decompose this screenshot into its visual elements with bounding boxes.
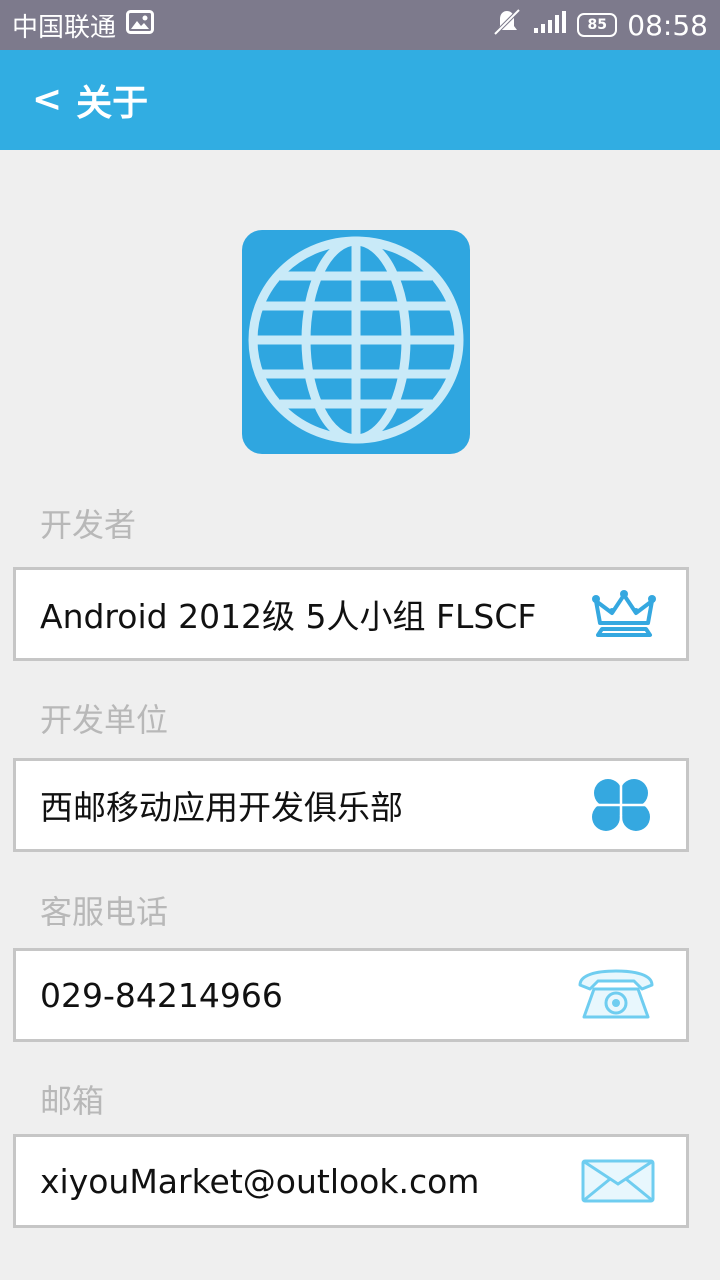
organization-label: 开发单位: [40, 701, 169, 739]
email-value: xiyouMarket@outlook.com: [40, 1161, 480, 1201]
signal-strength-icon: [533, 10, 567, 41]
crown-icon: [592, 589, 656, 639]
status-bar: 中国联通 85 08:58: [0, 0, 720, 50]
developer-label: 开发者: [40, 506, 137, 544]
email-label: 邮箱: [40, 1082, 105, 1120]
phone-value: 029-84214966: [40, 975, 283, 1015]
organization-card[interactable]: 西邮移动应用开发俱乐部: [13, 758, 689, 852]
developer-card[interactable]: Android 2012级 5人小组 FLSCF: [13, 567, 689, 661]
envelope-icon: [580, 1158, 656, 1204]
email-card[interactable]: xiyouMarket@outlook.com: [13, 1134, 689, 1228]
status-clock: 08:58: [627, 8, 708, 42]
phone-card[interactable]: 029-84214966: [13, 948, 689, 1042]
developer-value: Android 2012级 5人小组 FLSCF: [40, 597, 537, 636]
battery-indicator: 85: [577, 13, 618, 37]
clover-icon: [586, 777, 656, 833]
globe-icon: [248, 236, 464, 444]
image-notification-icon: [126, 9, 155, 41]
telephone-icon: [576, 969, 656, 1021]
page-title: 关于: [76, 83, 149, 124]
app-bar: < 关于: [0, 50, 720, 150]
carrier-name: 中国联通: [12, 12, 117, 43]
alarm-muted-icon: [491, 8, 523, 43]
back-button[interactable]: <: [32, 82, 62, 118]
app-logo: [242, 230, 470, 454]
phone-label: 客服电话: [40, 893, 169, 931]
organization-value: 西邮移动应用开发俱乐部: [40, 788, 403, 827]
